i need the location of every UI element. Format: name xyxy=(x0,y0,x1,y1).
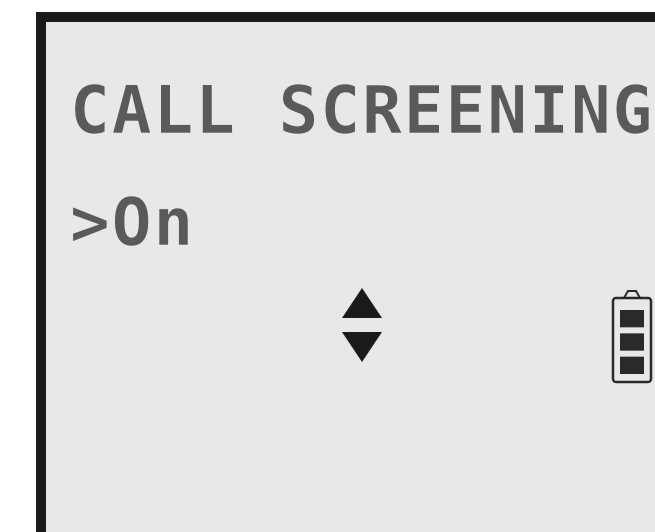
up-down-arrows-icon xyxy=(338,288,388,378)
arrow-up-icon xyxy=(342,288,382,318)
selected-option: >On xyxy=(70,184,196,261)
battery-level-bar xyxy=(620,356,644,374)
battery-level-bar xyxy=(620,310,644,328)
lcd-screen: CALL SCREENING >On xyxy=(36,12,655,532)
battery-level-bar xyxy=(620,333,644,351)
battery-icon xyxy=(611,290,653,384)
arrow-down-icon xyxy=(342,332,382,362)
menu-title: CALL SCREENING xyxy=(70,72,655,149)
